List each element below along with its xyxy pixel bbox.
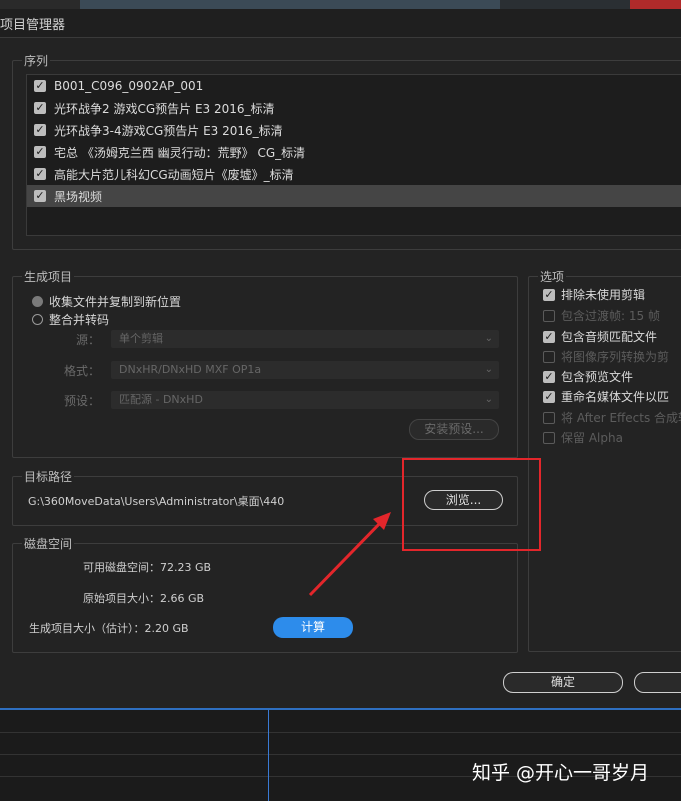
install-preset-button[interactable]: 安装预设...: [409, 419, 499, 440]
radio-button[interactable]: [32, 314, 43, 325]
playhead[interactable]: [268, 710, 269, 801]
option-exclude-unused[interactable]: ✓ 排除未使用剪辑: [543, 286, 645, 303]
original-size-row: 原始项目大小：2.66 GB: [83, 590, 204, 606]
dialog-title-bar[interactable]: 项目管理器: [0, 9, 681, 38]
timeline-panel: [0, 708, 681, 801]
sequence-list[interactable]: ✓ B001_C096_0902AP_001 ✓ 光环战争2 游戏CG预告片 E…: [26, 74, 681, 236]
calculate-button[interactable]: 计算: [273, 617, 353, 638]
sequence-checkbox[interactable]: ✓: [34, 124, 46, 136]
sequence-checkbox[interactable]: ✓: [34, 168, 46, 180]
option-checkbox[interactable]: [543, 411, 555, 424]
sequence-row[interactable]: ✓ 光环战争3-4游戏CG预告片 E3 2016_标清: [27, 119, 681, 141]
sequence-row[interactable]: ✓ 光环战争2 游戏CG预告片 E3 2016_标清: [27, 97, 681, 119]
generated-size-label: 生成项目大小（估计）：: [29, 622, 145, 635]
format-select[interactable]: DNxHR/DNxHD MXF OP1a ⌄: [111, 361, 499, 379]
destination-label: 目标路径: [22, 468, 75, 485]
option-checkbox[interactable]: ✓: [543, 288, 555, 301]
source-label: 源：: [75, 333, 100, 347]
chevron-down-icon: ⌄: [484, 333, 493, 344]
format-select-value: DNxHR/DNxHD MXF OP1a: [119, 363, 262, 376]
sequence-name: 高能大片范儿科幻CG动画短片《废墟》_标清: [54, 167, 294, 182]
generated-size-row: 生成项目大小（估计）：2.20 GB: [29, 620, 189, 636]
option-label: 保留 Alpha: [561, 431, 623, 445]
sequence-row[interactable]: ✓ B001_C096_0902AP_001: [27, 75, 681, 97]
option-rename-media[interactable]: ✓ 重命名媒体文件以匹: [543, 388, 669, 405]
format-label: 格式：: [63, 364, 100, 378]
available-space-label: 可用磁盘空间：: [83, 561, 160, 574]
preset-select-value: 匹配源 - DNxHD: [119, 393, 203, 406]
sequence-checkbox[interactable]: ✓: [34, 146, 46, 158]
option-label: 包含过渡帧: 15 帧: [561, 309, 660, 323]
available-space-value: 72.23 GB: [160, 561, 212, 574]
original-size-value: 2.66 GB: [160, 592, 205, 605]
option-label: 重命名媒体文件以匹: [561, 390, 670, 404]
sequence-name: 黑场视频: [54, 189, 103, 204]
preset-select[interactable]: 匹配源 - DNxHD ⌄: [111, 391, 499, 409]
generate-project-label: 生成项目: [22, 268, 75, 285]
option-checkbox[interactable]: ✓: [543, 370, 555, 383]
option-checkbox[interactable]: [543, 350, 555, 363]
radio-consolidate-transcode[interactable]: 整合并转码: [32, 311, 109, 328]
sequence-name: 光环战争2 游戏CG预告片 E3 2016_标清: [54, 101, 275, 116]
sequence-row[interactable]: ✓ 宅总 《汤姆克兰西 幽灵行动：荒野》 CG_标清: [27, 141, 681, 163]
option-checkbox[interactable]: [543, 431, 555, 444]
option-preserve-alpha[interactable]: 保留 Alpha: [543, 429, 623, 446]
source-select[interactable]: 单个剪辑 ⌄: [111, 330, 499, 348]
option-include-handles[interactable]: 包含过渡帧: 15 帧: [543, 307, 660, 324]
sequence-name: 光环战争3-4游戏CG预告片 E3 2016_标清: [54, 123, 283, 138]
dialog-title: 项目管理器: [0, 18, 66, 33]
option-convert-after-effects[interactable]: 将 After Effects 合成转: [543, 409, 681, 426]
options-label: 选项: [538, 268, 567, 285]
chevron-down-icon: ⌄: [484, 394, 493, 405]
radio-collect-files[interactable]: 收集文件并复制到新位置: [32, 293, 181, 310]
option-label: 包含音频匹配文件: [561, 330, 658, 344]
ok-button[interactable]: 确定: [503, 672, 623, 693]
cancel-button[interactable]: [634, 672, 681, 693]
sequence-row-selected[interactable]: ✓ 黑场视频: [27, 185, 681, 207]
option-label: 排除未使用剪辑: [561, 288, 646, 302]
radio-collect-label: 收集文件并复制到新位置: [49, 295, 182, 309]
annotation-arrow: [308, 512, 391, 597]
generated-size-value: 2.20 GB: [144, 622, 189, 635]
source-select-value: 单个剪辑: [119, 332, 163, 345]
sequence-checkbox[interactable]: ✓: [34, 102, 46, 114]
background-app-strip: [0, 0, 681, 9]
original-size-label: 原始项目大小：: [83, 592, 160, 605]
sequence-name: 宅总 《汤姆克兰西 幽灵行动：荒野》 CG_标清: [54, 145, 306, 160]
option-checkbox[interactable]: ✓: [543, 390, 555, 403]
option-label: 将图像序列转换为剪: [561, 350, 670, 364]
available-space-row: 可用磁盘空间：72.23 GB: [83, 559, 211, 575]
option-checkbox[interactable]: ✓: [543, 330, 555, 343]
radio-consolidate-label: 整合并转码: [49, 313, 110, 327]
sequence-name: B001_C096_0902AP_001: [54, 79, 204, 93]
radio-button[interactable]: [32, 296, 43, 307]
annotation-highlight-box: [402, 458, 541, 551]
option-label: 包含预览文件: [561, 370, 634, 384]
option-label: 将 After Effects 合成转: [561, 411, 681, 425]
option-convert-image-sequence[interactable]: 将图像序列转换为剪: [543, 348, 669, 365]
option-checkbox[interactable]: [543, 309, 555, 322]
watermark-text: 知乎 @开心一哥岁月: [472, 762, 650, 784]
disk-space-label: 磁盘空间: [22, 535, 75, 552]
sequence-checkbox[interactable]: ✓: [34, 190, 46, 202]
option-include-audio-conform[interactable]: ✓ 包含音频匹配文件: [543, 328, 657, 345]
sequence-row[interactable]: ✓ 高能大片范儿科幻CG动画短片《废墟》_标清: [27, 163, 681, 185]
destination-path: G:\360MoveData\Users\Administrator\桌面\44…: [28, 495, 285, 508]
sequence-group-label: 序列: [22, 52, 51, 69]
sequence-checkbox[interactable]: ✓: [34, 80, 46, 92]
chevron-down-icon: ⌄: [484, 364, 493, 375]
preset-label: 预设：: [63, 394, 100, 408]
option-include-preview[interactable]: ✓ 包含预览文件: [543, 368, 633, 385]
